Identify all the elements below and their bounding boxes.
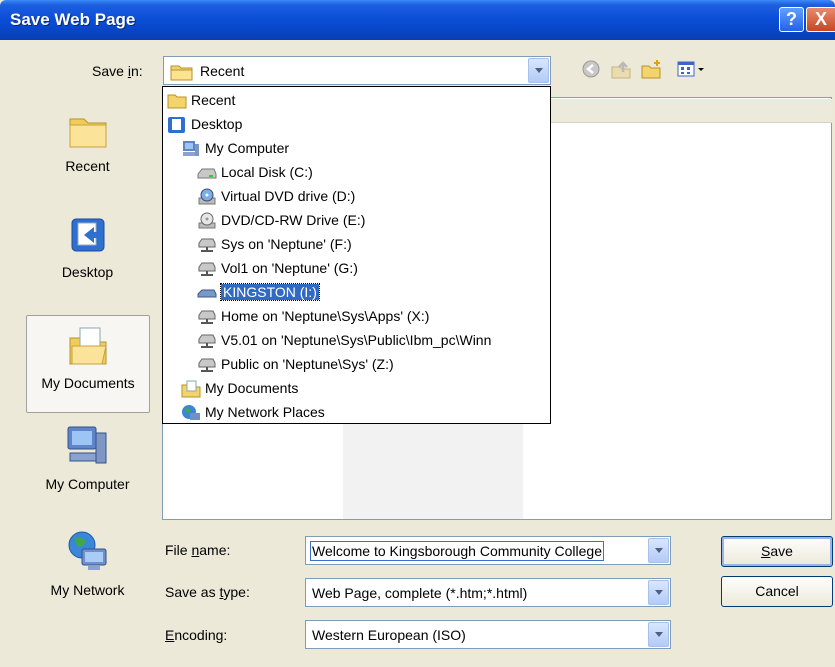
my-documents-icon bbox=[181, 380, 201, 398]
back-icon[interactable] bbox=[580, 58, 602, 80]
recent-folder-icon bbox=[69, 118, 106, 148]
encoding-dropdown-arrow[interactable] bbox=[648, 622, 669, 647]
toolbar bbox=[580, 58, 720, 82]
window-title: Save Web Page bbox=[10, 10, 136, 29]
save-as-type-select[interactable]: Web Page, complete (*.htm;*.html) bbox=[305, 578, 671, 607]
place-label: Desktop bbox=[61, 264, 114, 280]
place-label: Recent bbox=[65, 158, 110, 174]
dropdown-item-my-documents[interactable]: My Documents bbox=[181, 377, 298, 399]
place-my-network[interactable]: My Network bbox=[25, 529, 150, 619]
save-web-page-dialog: Save Web Page ? X Save in: Recent Recent… bbox=[0, 0, 835, 667]
desktop-icon bbox=[168, 117, 185, 134]
network-drive-icon bbox=[198, 238, 216, 253]
cancel-button[interactable]: Cancel bbox=[721, 576, 833, 607]
my-network-icon bbox=[68, 531, 106, 570]
close-icon: X bbox=[814, 9, 827, 29]
dropdown-item-v501-neptune[interactable]: V5.01 on 'Neptune\Sys\Public\Ibm_pc\Winn bbox=[197, 329, 491, 351]
list-area bbox=[343, 423, 523, 519]
desktop-icon bbox=[71, 218, 104, 252]
new-folder-icon[interactable] bbox=[640, 58, 662, 80]
file-name-dropdown-arrow[interactable] bbox=[648, 538, 669, 563]
dropdown-item-desktop[interactable]: Desktop bbox=[167, 113, 242, 135]
network-places-icon bbox=[182, 405, 200, 421]
encoding-label: Encoding: bbox=[165, 627, 228, 643]
save-in-label: Save in: bbox=[92, 63, 143, 79]
dvd-drive-icon bbox=[198, 188, 216, 205]
network-drive-icon bbox=[198, 262, 216, 277]
list-column-header[interactable] bbox=[550, 99, 832, 123]
title-bar[interactable]: Save Web Page ? X bbox=[0, 0, 835, 40]
save-as-type-label: Save as type: bbox=[165, 584, 250, 600]
dropdown-item-sys-neptune[interactable]: Sys on 'Neptune' (F:) bbox=[197, 233, 352, 255]
folder-icon bbox=[167, 94, 187, 109]
file-name-label: File name: bbox=[165, 542, 231, 558]
save-as-type-dropdown-arrow[interactable] bbox=[648, 580, 669, 605]
dropdown-item-my-network-places[interactable]: My Network Places bbox=[181, 401, 325, 423]
dropdown-item-recent[interactable]: Recent bbox=[167, 89, 235, 111]
save-button[interactable]: Save bbox=[721, 536, 833, 567]
network-drive-icon bbox=[198, 358, 216, 373]
file-name-input[interactable]: Welcome to Kingsborough Community Colleg… bbox=[305, 536, 671, 565]
my-computer-icon bbox=[67, 426, 106, 464]
dropdown-item-dvd-cdrw[interactable]: DVD/CD-RW Drive (E:) bbox=[197, 209, 365, 231]
help-button[interactable]: ? bbox=[779, 7, 804, 32]
file-name-value: Welcome to Kingsborough Community Colleg… bbox=[310, 541, 604, 561]
network-drive-icon bbox=[198, 334, 216, 349]
close-button[interactable]: X bbox=[806, 7, 835, 32]
place-my-computer[interactable]: My Computer bbox=[25, 423, 150, 521]
my-computer-icon bbox=[183, 141, 199, 157]
place-label: My Computer bbox=[45, 476, 130, 492]
save-in-combo[interactable]: Recent bbox=[163, 56, 551, 85]
dropdown-item-kingston[interactable]: KINGSTON (I:) bbox=[197, 281, 320, 303]
place-my-documents[interactable]: My Documents bbox=[26, 315, 150, 413]
up-folder-icon[interactable] bbox=[610, 58, 632, 80]
place-label: My Network bbox=[50, 582, 125, 598]
dropdown-item-local-disk[interactable]: Local Disk (C:) bbox=[197, 161, 313, 183]
dropdown-item-my-computer[interactable]: My Computer bbox=[181, 137, 289, 159]
place-desktop[interactable]: Desktop bbox=[25, 213, 150, 313]
views-menu-icon[interactable] bbox=[676, 58, 710, 80]
save-in-value: Recent bbox=[200, 63, 245, 79]
places-bar: Recent Desktop My Documents My Computer … bbox=[20, 93, 155, 618]
folder-icon bbox=[170, 65, 193, 81]
network-drive-icon bbox=[198, 310, 216, 325]
place-label: My Documents bbox=[41, 375, 135, 391]
removable-drive-icon bbox=[197, 289, 217, 298]
cd-drive-icon bbox=[198, 212, 216, 229]
dropdown-item-home-neptune[interactable]: Home on 'Neptune\Sys\Apps' (X:) bbox=[197, 305, 429, 327]
encoding-select[interactable]: Western European (ISO) bbox=[305, 620, 671, 649]
save-as-type-value: Web Page, complete (*.htm;*.html) bbox=[312, 585, 528, 601]
place-recent[interactable]: Recent bbox=[25, 111, 150, 209]
save-in-dropdown-arrow[interactable] bbox=[528, 58, 549, 83]
hard-disk-icon bbox=[197, 168, 217, 179]
help-icon: ? bbox=[786, 9, 797, 29]
my-documents-icon bbox=[69, 327, 107, 365]
dropdown-item-public-neptune[interactable]: Public on 'Neptune\Sys' (Z:) bbox=[197, 353, 394, 375]
dropdown-item-vol1-neptune[interactable]: Vol1 on 'Neptune' (G:) bbox=[197, 257, 358, 279]
dropdown-item-virtual-dvd[interactable]: Virtual DVD drive (D:) bbox=[197, 185, 355, 207]
encoding-value: Western European (ISO) bbox=[312, 627, 466, 643]
save-in-dropdown-list: Recent Desktop My Computer Local Disk (C… bbox=[162, 86, 551, 424]
